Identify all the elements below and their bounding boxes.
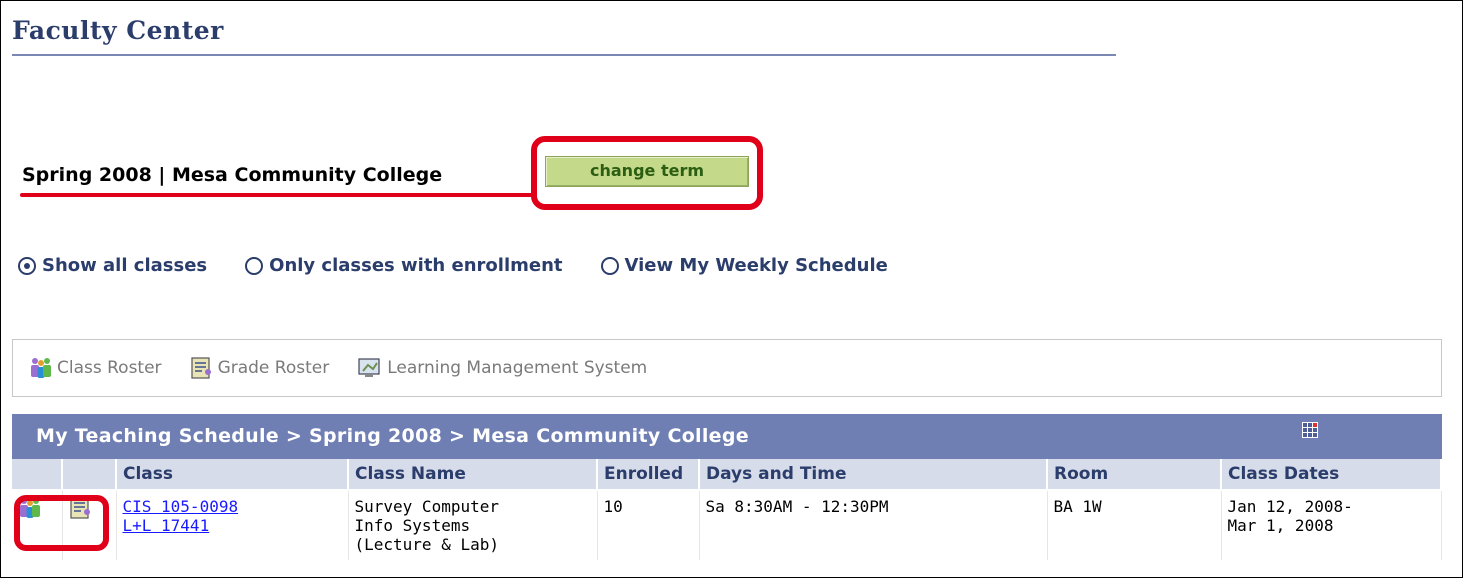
- grid-view-icon[interactable]: [1302, 422, 1318, 438]
- legend-class-roster: Class Roster: [29, 357, 162, 379]
- class-dates-start: Jan 12, 2008-: [1227, 497, 1353, 516]
- legend-grade-roster: Grade Roster: [190, 357, 330, 379]
- enrolled-cell: 10: [597, 490, 700, 560]
- radio-label: Show all classes: [42, 255, 208, 276]
- legend-lms: Learning Management System: [357, 357, 647, 379]
- column-header-enrolled: Enrolled: [597, 459, 700, 491]
- class-name-line: (Lecture & Lab): [354, 535, 500, 554]
- class-name-line: Survey Computer: [354, 497, 500, 516]
- days-time-cell: Sa 8:30AM - 12:30PM: [699, 490, 1048, 560]
- column-header-class: Class: [116, 459, 349, 491]
- teaching-schedule-header: My Teaching Schedule > Spring 2008 > Mes…: [12, 414, 1442, 459]
- radio-show-all-classes[interactable]: Show all classes: [18, 255, 207, 276]
- class-cell: CIS 105-0098 L+L 17441: [116, 490, 349, 560]
- column-header-class-dates: Class Dates: [1221, 459, 1442, 491]
- column-header-roster-icon: [12, 459, 63, 491]
- table-header-row: Class Class Name Enrolled Days and Time …: [12, 459, 1442, 491]
- class-dates-cell: Jan 12, 2008- Mar 1, 2008: [1221, 490, 1442, 560]
- class-name-cell: Survey Computer Info Systems (Lecture & …: [348, 490, 598, 560]
- class-roster-icon: [31, 358, 51, 378]
- radio-label: View My Weekly Schedule: [624, 255, 888, 276]
- icon-legend: Class Roster Grade Roster Learning Manag…: [12, 339, 1442, 397]
- radio-unselected-icon[interactable]: [600, 256, 619, 275]
- radio-label: Only classes with enrollment: [269, 255, 563, 276]
- page-title: Faculty Center: [12, 16, 224, 45]
- radio-only-enrolled[interactable]: Only classes with enrollment: [245, 255, 563, 276]
- column-header-room: Room: [1047, 459, 1222, 491]
- radio-selected-icon[interactable]: [18, 256, 36, 275]
- column-header-class-name: Class Name: [348, 459, 598, 491]
- term-annotation-underline: [20, 193, 536, 197]
- icons-annotation-circle: [14, 495, 109, 551]
- legend-label: Learning Management System: [387, 358, 648, 378]
- class-section: CIS 105-0098: [122, 497, 239, 516]
- change-term-button[interactable]: change term: [545, 156, 749, 187]
- column-header-grade-icon: [62, 459, 117, 491]
- legend-label: Class Roster: [57, 358, 162, 378]
- title-divider: [12, 54, 1116, 56]
- teaching-schedule-table: Class Class Name Enrolled Days and Time …: [12, 459, 1442, 560]
- radio-unselected-icon[interactable]: [245, 256, 264, 275]
- teaching-schedule-title: My Teaching Schedule > Spring 2008 > Mes…: [36, 425, 749, 447]
- table-row: CIS 105-0098 L+L 17441 Survey Computer In…: [12, 490, 1442, 560]
- view-options: Show all classes Only classes with enrol…: [18, 255, 926, 276]
- grade-roster-icon: [190, 357, 211, 379]
- class-name-line: Info Systems: [354, 516, 471, 535]
- lms-icon: [358, 358, 380, 377]
- radio-weekly-schedule[interactable]: View My Weekly Schedule: [600, 255, 888, 276]
- room-cell: BA 1W: [1047, 490, 1222, 560]
- class-link[interactable]: CIS 105-0098 L+L 17441: [123, 497, 239, 535]
- class-dates-end: Mar 1, 2008: [1227, 516, 1334, 535]
- column-header-days-and-time: Days and Time: [699, 459, 1048, 491]
- term-label: Spring 2008 | Mesa Community College: [22, 164, 443, 186]
- legend-label: Grade Roster: [217, 358, 330, 378]
- class-number: L+L 17441: [122, 516, 210, 535]
